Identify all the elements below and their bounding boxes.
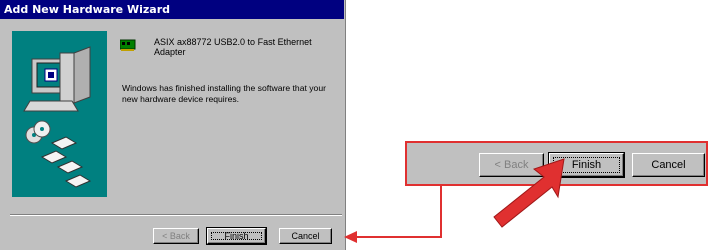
finish-button[interactable]: Finish — [206, 227, 267, 245]
cancel-button[interactable]: Cancel — [279, 228, 332, 244]
callout-line — [356, 236, 442, 238]
device-name: ASIX ax88772 USB2.0 to Fast Ethernet Ada… — [154, 37, 312, 57]
wizard-illustration — [12, 31, 107, 197]
window-title: Add New Hardware Wizard — [0, 0, 344, 19]
callout-line — [440, 185, 442, 238]
pointer-arrow-icon — [493, 158, 565, 228]
divider — [10, 214, 342, 216]
back-button[interactable]: < Back — [153, 228, 199, 244]
zoom-cancel-button[interactable]: Cancel — [632, 153, 705, 177]
wizard-window: Add New Hardware Wizard ASIX ax88772 USB… — [0, 0, 346, 250]
status-message: Windows has finished installing the soft… — [122, 83, 326, 104]
callout-arrowhead — [344, 231, 357, 243]
computer-icon — [23, 46, 92, 188]
network-card-icon — [120, 39, 136, 51]
